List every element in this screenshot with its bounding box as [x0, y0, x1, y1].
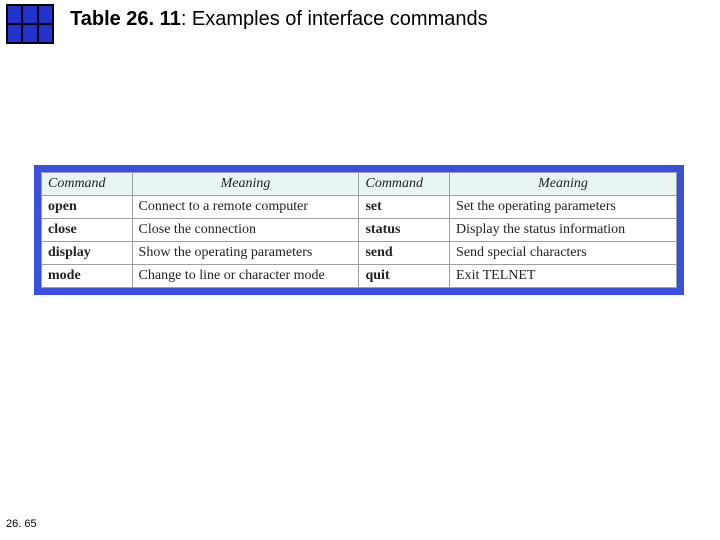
table-container: Command Meaning Command Meaning open Con…: [34, 165, 684, 295]
table-row: close Close the connection status Displa…: [42, 219, 677, 242]
table-row: display Show the operating parameters se…: [42, 242, 677, 265]
table-header-row: Command Meaning Command Meaning: [42, 173, 677, 196]
meaning-cell: Display the status information: [450, 219, 677, 242]
page-number: 26. 65: [6, 518, 37, 530]
table-row: open Connect to a remote computer set Se…: [42, 196, 677, 219]
col-meaning-1: Meaning: [132, 173, 359, 196]
meaning-cell: Connect to a remote computer: [132, 196, 359, 219]
meaning-cell: Set the operating parameters: [450, 196, 677, 219]
cmd-cell: status: [359, 219, 450, 242]
meaning-cell: Exit TELNET: [450, 265, 677, 288]
col-command-1: Command: [42, 173, 133, 196]
logo-grid: [6, 4, 54, 44]
col-command-2: Command: [359, 173, 450, 196]
slide-title: Table 26. 11: Examples of interface comm…: [70, 8, 488, 31]
slide-logo: [6, 4, 54, 34]
table-row: mode Change to line or character mode qu…: [42, 265, 677, 288]
cmd-cell: mode: [42, 265, 133, 288]
meaning-cell: Show the operating parameters: [132, 242, 359, 265]
cmd-cell: set: [359, 196, 450, 219]
title-rest: : Examples of interface commands: [181, 8, 488, 30]
cmd-cell: quit: [359, 265, 450, 288]
col-meaning-2: Meaning: [450, 173, 677, 196]
meaning-cell: Send special characters: [450, 242, 677, 265]
cmd-cell: close: [42, 219, 133, 242]
meaning-cell: Close the connection: [132, 219, 359, 242]
cmd-cell: open: [42, 196, 133, 219]
cmd-cell: display: [42, 242, 133, 265]
commands-table: Command Meaning Command Meaning open Con…: [41, 172, 677, 288]
cmd-cell: send: [359, 242, 450, 265]
meaning-cell: Change to line or character mode: [132, 265, 359, 288]
title-prefix: Table 26. 11: [70, 8, 181, 30]
